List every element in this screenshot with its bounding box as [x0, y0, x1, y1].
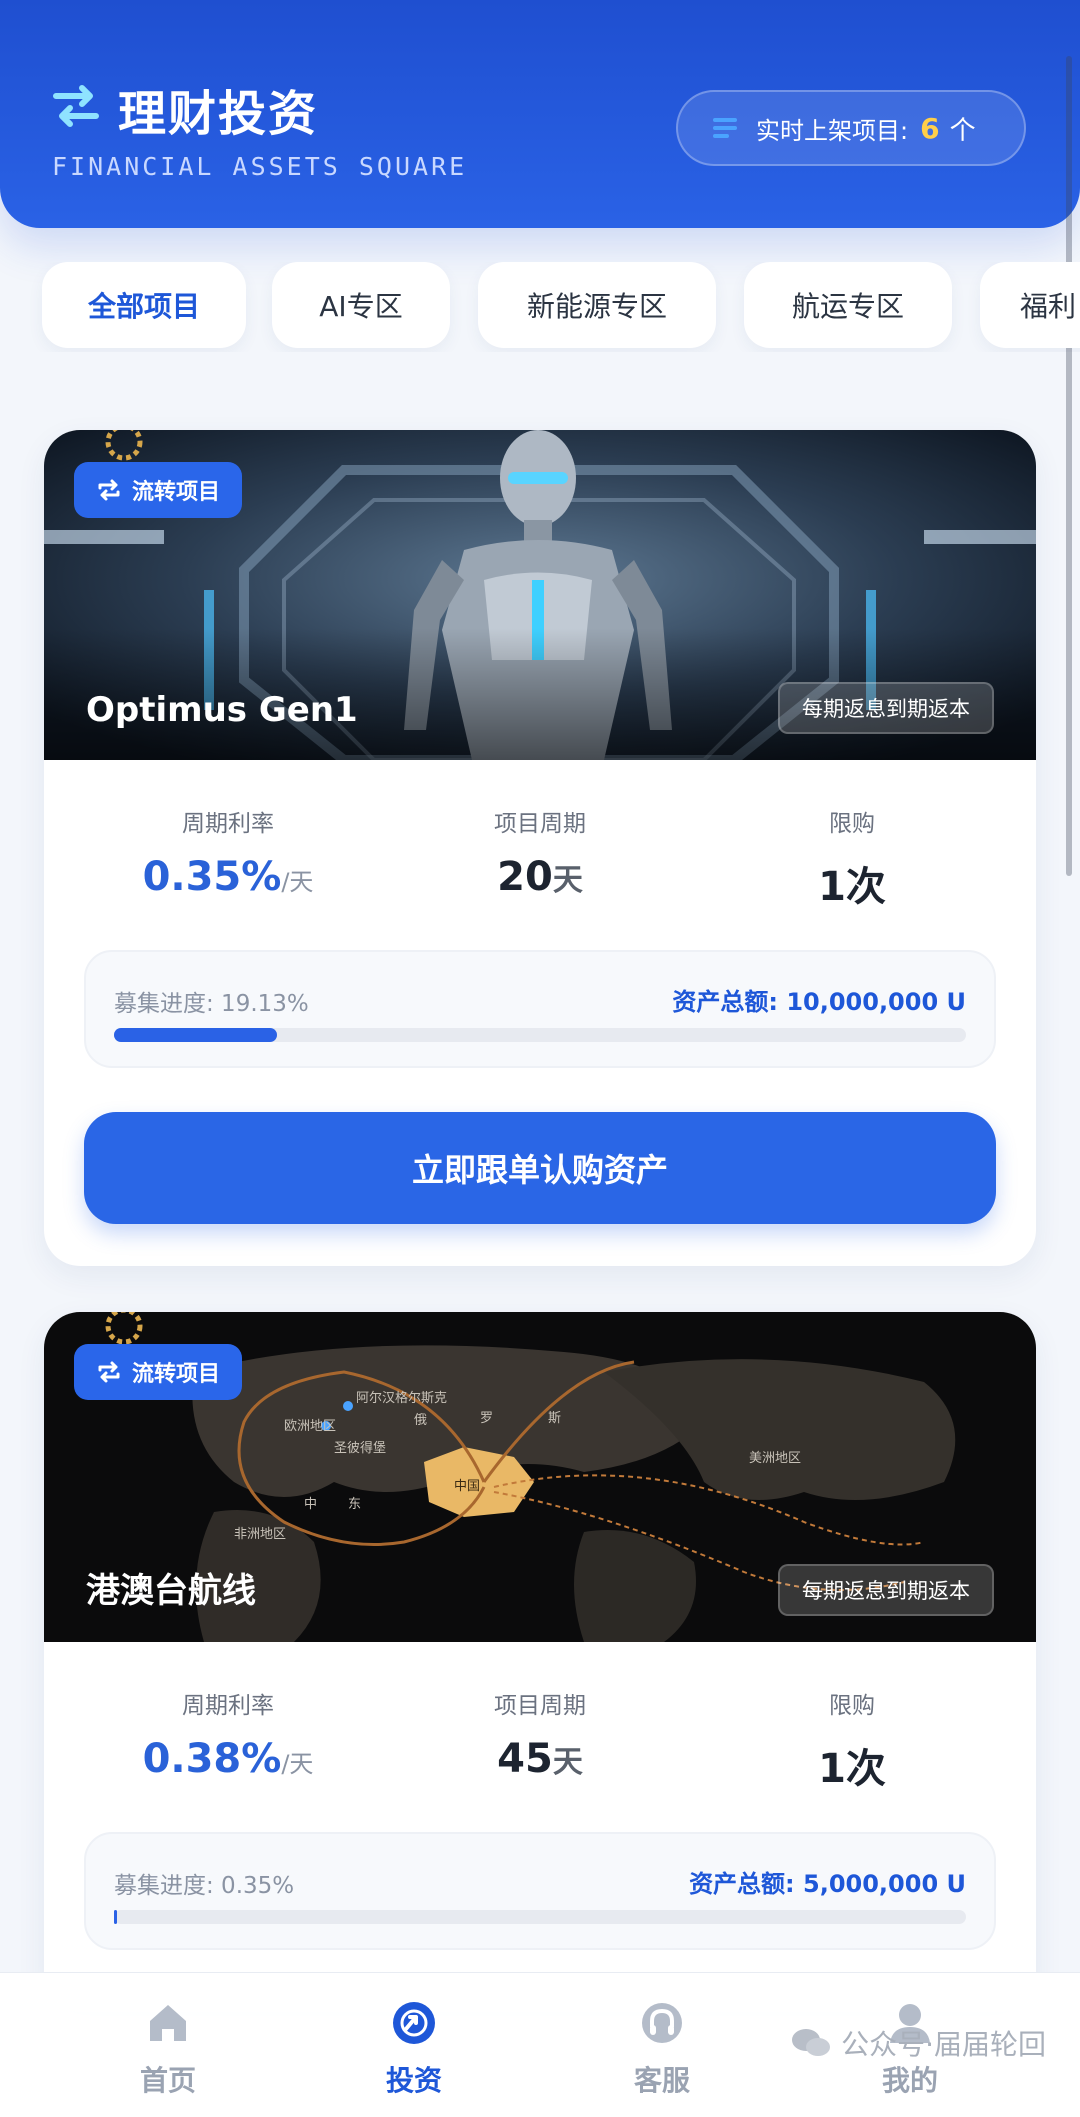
bottom-nav: 首页 投资 客服 我的 公众号·届届轮回 — [0, 1972, 1080, 2117]
limit-value: 1次 — [818, 864, 886, 910]
project-name: 港澳台航线 — [86, 1571, 256, 1611]
progress-fill — [114, 1028, 277, 1042]
nav-invest[interactable]: 投资 — [334, 1999, 494, 2099]
tab-welfare[interactable]: 福利 — [980, 262, 1080, 348]
rate-label: 周期利率 — [182, 811, 274, 837]
map-label: 非洲地区 — [234, 1527, 286, 1542]
map-label: 俄 — [414, 1413, 427, 1428]
nav-support-label: 客服 — [633, 2064, 690, 2097]
list-icon — [713, 118, 737, 138]
page-title: 理财投资 — [118, 86, 319, 142]
map-label: 欧洲地区 — [284, 1419, 336, 1434]
rate-value: 0.35% — [142, 854, 282, 900]
progress-box: 募集进度: 0.35% 资产总额: 5,000,000 U — [84, 1832, 996, 1950]
rate-stat: 周期利率 0.38%/天 — [78, 1686, 378, 1782]
tab-all[interactable]: 全部项目 — [42, 262, 246, 348]
live-projects-label: 实时上架项目: — [756, 116, 909, 145]
rate-label: 周期利率 — [182, 1693, 274, 1719]
period-unit: 天 — [552, 863, 583, 898]
nav-profile-label: 我的 — [881, 2064, 938, 2097]
project-card: 流转项目 Optimus Gen1 每期返息到期返本 周期利率 0.35%/天 … — [44, 430, 1036, 1266]
limit-value: 1次 — [818, 1746, 886, 1792]
total-amount: 资产总额: 5,000,000 U — [689, 1870, 966, 1898]
progress-fill — [114, 1910, 117, 1924]
map-label: 美洲地区 — [749, 1451, 801, 1466]
rate-stat: 周期利率 0.35%/天 — [78, 804, 378, 900]
return-type-tag: 每期返息到期返本 — [778, 682, 994, 734]
progress-track — [114, 1910, 966, 1924]
period-unit: 天 — [552, 1745, 583, 1780]
rate-value-row: 0.38%/天 — [78, 1736, 378, 1782]
live-projects-unit: 个 — [949, 115, 976, 146]
map-label: 阿尔汉格尔斯克 — [356, 1390, 447, 1406]
nav-home[interactable]: 首页 — [88, 1999, 248, 2099]
nav-home-label: 首页 — [139, 2064, 196, 2097]
home-icon — [150, 2005, 186, 2041]
nav-support[interactable]: 客服 — [582, 1999, 742, 2099]
badge-label: 流转项目 — [132, 480, 221, 505]
rate-unit: /天 — [281, 1750, 314, 1778]
invest-icon — [393, 2002, 435, 2044]
support-icon — [642, 2003, 682, 2043]
progress-box: 募集进度: 19.13% 资产总额: 10,000,000 U — [84, 950, 996, 1068]
exchange-icon — [53, 85, 99, 127]
progress-label: 募集进度: 0.35% — [114, 1873, 295, 1899]
page-header: 理财投资 FINANCIAL ASSETS SQUARE 实时上架项目: 6 个 — [0, 0, 1080, 228]
map-label: 中国 — [454, 1479, 480, 1494]
project-hero-image: 流转项目 Optimus Gen1 每期返息到期返本 — [44, 430, 1036, 760]
period-value-row: 45天 — [390, 1736, 690, 1782]
map-label: 东 — [348, 1497, 361, 1512]
repeat-icon — [98, 1361, 120, 1383]
rate-value: 0.38% — [142, 1736, 282, 1782]
project-stats: 周期利率 0.38%/天 项目周期 45天 限购 1次 — [44, 1642, 1036, 1832]
map-label: 罗 — [480, 1411, 493, 1426]
return-type-tag: 每期返息到期返本 — [778, 1564, 994, 1616]
total-amount: 资产总额: 10,000,000 U — [672, 988, 966, 1016]
tab-shipping[interactable]: 航运专区 — [744, 262, 952, 348]
page-subtitle: FINANCIAL ASSETS SQUARE — [52, 152, 468, 181]
limit-stat: 限购 1次 — [702, 804, 1002, 912]
period-value: 45 — [497, 1736, 553, 1782]
rate-value-row: 0.35%/天 — [78, 854, 378, 900]
period-stat: 项目周期 45天 — [390, 1686, 690, 1782]
map-label: 中 — [304, 1497, 317, 1512]
live-projects-pill[interactable]: 实时上架项目: 6 个 — [676, 90, 1026, 166]
subscribe-button[interactable]: 立即跟单认购资产 — [84, 1112, 996, 1224]
progress-label: 募集进度: 19.13% — [114, 991, 309, 1017]
project-card: 阿尔汉格尔斯克 欧洲地区 圣彼得堡 俄 罗 斯 中 东 中国 非洲地区 美洲地区… — [44, 1312, 1036, 2012]
live-projects-count: 6 — [920, 111, 940, 145]
project-name: Optimus Gen1 — [86, 690, 358, 730]
map-label: 圣彼得堡 — [334, 1440, 386, 1456]
tab-new-energy[interactable]: 新能源专区 — [478, 262, 716, 348]
tab-ai[interactable]: AI专区 — [272, 262, 450, 348]
progress-track — [114, 1028, 966, 1042]
project-stats: 周期利率 0.35%/天 项目周期 20天 限购 1次 — [44, 760, 1036, 950]
limit-label: 限购 — [829, 811, 875, 837]
map-label: 斯 — [548, 1411, 561, 1426]
rate-unit: /天 — [281, 868, 314, 896]
period-value-row: 20天 — [390, 854, 690, 900]
period-label: 项目周期 — [494, 811, 586, 837]
category-tabs: 全部项目 AI专区 新能源专区 航运专区 福利 — [0, 262, 1080, 352]
watermark: 公众号·届届轮回 — [791, 2023, 1046, 2063]
wechat-icon — [792, 2029, 831, 2056]
period-label: 项目周期 — [494, 1693, 586, 1719]
badge-label: 流转项目 — [132, 1362, 221, 1387]
scrollbar[interactable] — [1066, 56, 1072, 876]
limit-stat: 限购 1次 — [702, 1686, 1002, 1794]
project-type-badge: 流转项目 — [74, 462, 243, 518]
period-value: 20 — [497, 854, 553, 900]
repeat-icon — [98, 479, 120, 501]
nav-invest-label: 投资 — [385, 2064, 442, 2097]
limit-label: 限购 — [829, 1693, 875, 1719]
period-stat: 项目周期 20天 — [390, 804, 690, 900]
project-hero-image: 阿尔汉格尔斯克 欧洲地区 圣彼得堡 俄 罗 斯 中 东 中国 非洲地区 美洲地区… — [44, 1312, 1036, 1642]
watermark-text: 公众号·届届轮回 — [841, 2028, 1046, 2061]
project-type-badge: 流转项目 — [74, 1344, 243, 1400]
